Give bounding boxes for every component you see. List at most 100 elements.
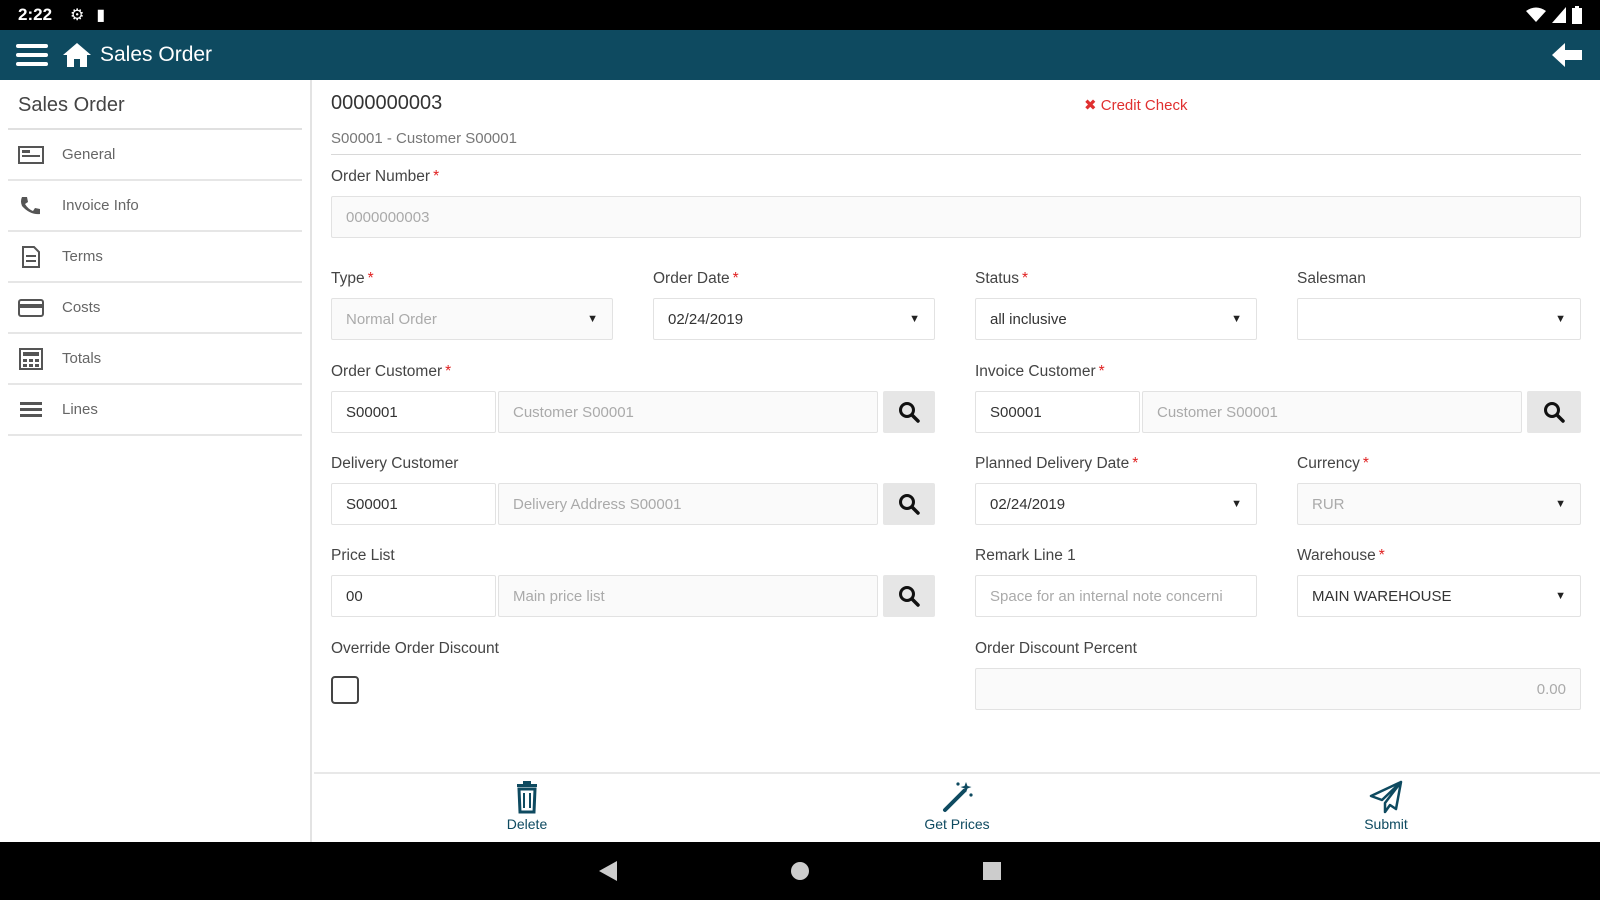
nav-home-icon[interactable] <box>789 860 811 882</box>
price-list-search-button[interactable] <box>883 575 935 617</box>
dropdown-caret-icon: ▼ <box>587 313 598 325</box>
magic-wand-icon <box>943 782 973 812</box>
override-order-discount-label: Override Order Discount <box>331 640 499 657</box>
sidebar-item-invoice-info[interactable]: Invoice Info <box>8 181 302 232</box>
search-icon <box>899 402 920 423</box>
remark-line-1-input[interactable]: Space for an internal note concerni <box>975 575 1257 617</box>
required-marker: * <box>433 168 440 185</box>
required-marker: * <box>732 270 739 287</box>
order-date-select[interactable]: 02/24/2019 ▼ <box>653 298 935 340</box>
sidebar-item-general[interactable]: General <box>8 130 302 181</box>
sidebar-item-label: General <box>62 146 116 163</box>
planned-delivery-date-label: Planned Delivery Date * <box>975 455 1138 473</box>
dropdown-caret-icon: ▼ <box>1555 313 1566 325</box>
currency-value: RUR <box>1312 495 1345 513</box>
delete-label: Delete <box>506 816 548 832</box>
type-select[interactable]: Normal Order ▼ <box>331 298 613 340</box>
type-label: Type * <box>331 270 374 288</box>
submit-label: Submit <box>1364 816 1408 832</box>
order-customer-label: Order Customer * <box>331 363 451 381</box>
sidebar-item-label: Lines <box>62 401 98 418</box>
override-order-discount-checkbox[interactable] <box>331 676 359 704</box>
planned-delivery-date-value: 02/24/2019 <box>990 495 1066 513</box>
sidebar-item-lines[interactable]: Lines <box>8 385 302 436</box>
app-bar: Sales Order <box>0 30 1600 80</box>
type-value: Normal Order <box>346 310 437 328</box>
order-id-heading: 0000000003 <box>331 92 443 114</box>
search-icon <box>899 494 920 515</box>
sidebar-item-terms[interactable]: Terms <box>8 232 302 283</box>
get-prices-label: Get Prices <box>924 816 990 832</box>
sidebar-item-label: Invoice Info <box>62 197 139 214</box>
required-marker: * <box>1132 455 1139 472</box>
order-customer-code-input[interactable]: S00001 <box>331 391 496 433</box>
nav-back-icon[interactable] <box>597 860 619 882</box>
remark-line-1-label: Remark Line 1 <box>975 547 1076 564</box>
nav-recents-icon[interactable] <box>981 860 1003 882</box>
status-value: all inclusive <box>990 310 1067 328</box>
price-list-code-input[interactable]: 00 <box>331 575 496 617</box>
document-icon <box>22 245 40 268</box>
order-customer-name-field: Customer S00001 <box>498 391 878 433</box>
order-discount-percent-label: Order Discount Percent <box>975 640 1137 657</box>
settings-icon: ⚙ <box>70 7 85 24</box>
sidebar-item-label: Totals <box>62 350 102 367</box>
delivery-customer-search-button[interactable] <box>883 483 935 525</box>
delivery-customer-name-field: Delivery Address S00001 <box>498 483 878 525</box>
status-select[interactable]: all inclusive ▼ <box>975 298 1257 340</box>
battery-icon <box>1572 6 1582 24</box>
sidebar-title: Sales Order <box>8 80 302 130</box>
warehouse-select[interactable]: MAIN WAREHOUSE ▼ <box>1297 575 1581 617</box>
credit-check-label: Credit Check <box>1100 97 1188 114</box>
order-date-label: Order Date * <box>653 270 739 288</box>
warehouse-label-text: Warehouse <box>1297 547 1376 564</box>
price-list-label: Price List <box>331 547 395 564</box>
planned-delivery-date-label-text: Planned Delivery Date <box>975 455 1130 472</box>
sd-card-icon: ▮ <box>96 7 106 24</box>
customer-subtitle: S00001 - Customer S00001 <box>331 130 517 147</box>
currency-select[interactable]: RUR ▼ <box>1297 483 1581 525</box>
delete-button[interactable]: Delete <box>467 780 587 832</box>
required-marker: * <box>445 363 452 380</box>
calculator-icon <box>19 347 43 370</box>
required-marker: * <box>1021 270 1028 287</box>
required-marker: * <box>1362 455 1369 472</box>
signal-icon <box>1552 7 1566 23</box>
order-discount-percent-field[interactable]: 0.00 <box>975 668 1581 710</box>
search-icon <box>1544 402 1565 423</box>
status-time: 2:22 <box>18 5 53 24</box>
invoice-customer-search-button[interactable] <box>1527 391 1581 433</box>
app-title: Sales Order <box>100 43 213 66</box>
sidebar-item-label: Terms <box>62 248 103 265</box>
order-date-value: 02/24/2019 <box>668 310 744 328</box>
hamburger-menu-icon[interactable] <box>16 41 48 69</box>
delivery-customer-code-input[interactable]: S00001 <box>331 483 496 525</box>
order-number-label-text: Order Number <box>331 168 431 185</box>
salesman-select[interactable]: ▼ <box>1297 298 1581 340</box>
required-marker: * <box>1098 363 1105 380</box>
planned-delivery-date-select[interactable]: 02/24/2019 ▼ <box>975 483 1257 525</box>
home-icon[interactable] <box>62 41 92 69</box>
currency-label-text: Currency <box>1297 455 1360 472</box>
warehouse-value: MAIN WAREHOUSE <box>1312 587 1452 605</box>
order-number-field[interactable]: 0000000003 <box>331 196 1581 238</box>
sidebar-item-totals[interactable]: Totals <box>8 334 302 385</box>
system-nav-bar <box>0 842 1600 900</box>
submit-button[interactable]: Submit <box>1326 780 1446 832</box>
bottom-action-bar: Delete Get Prices Submit <box>314 772 1600 842</box>
credit-check-link[interactable]: ✖ Credit Check <box>1084 96 1187 114</box>
order-customer-search-button[interactable] <box>883 391 935 433</box>
list-icon <box>20 401 42 417</box>
get-prices-button[interactable]: Get Prices <box>897 780 1017 832</box>
sidebar-item-costs[interactable]: Costs <box>8 283 302 334</box>
back-arrow-icon[interactable] <box>1550 40 1584 70</box>
paper-plane-icon <box>1369 780 1403 814</box>
invoice-customer-label-text: Invoice Customer <box>975 363 1096 380</box>
close-icon: ✖ <box>1084 97 1097 114</box>
warehouse-label: Warehouse * <box>1297 547 1385 565</box>
dropdown-caret-icon: ▼ <box>1231 313 1242 325</box>
card-icon <box>18 145 44 164</box>
order-number-label: Order Number * <box>331 168 439 186</box>
invoice-customer-code-input[interactable]: S00001 <box>975 391 1140 433</box>
main-content: 0000000003 ✖ Credit Check S00001 - Custo… <box>314 80 1600 772</box>
